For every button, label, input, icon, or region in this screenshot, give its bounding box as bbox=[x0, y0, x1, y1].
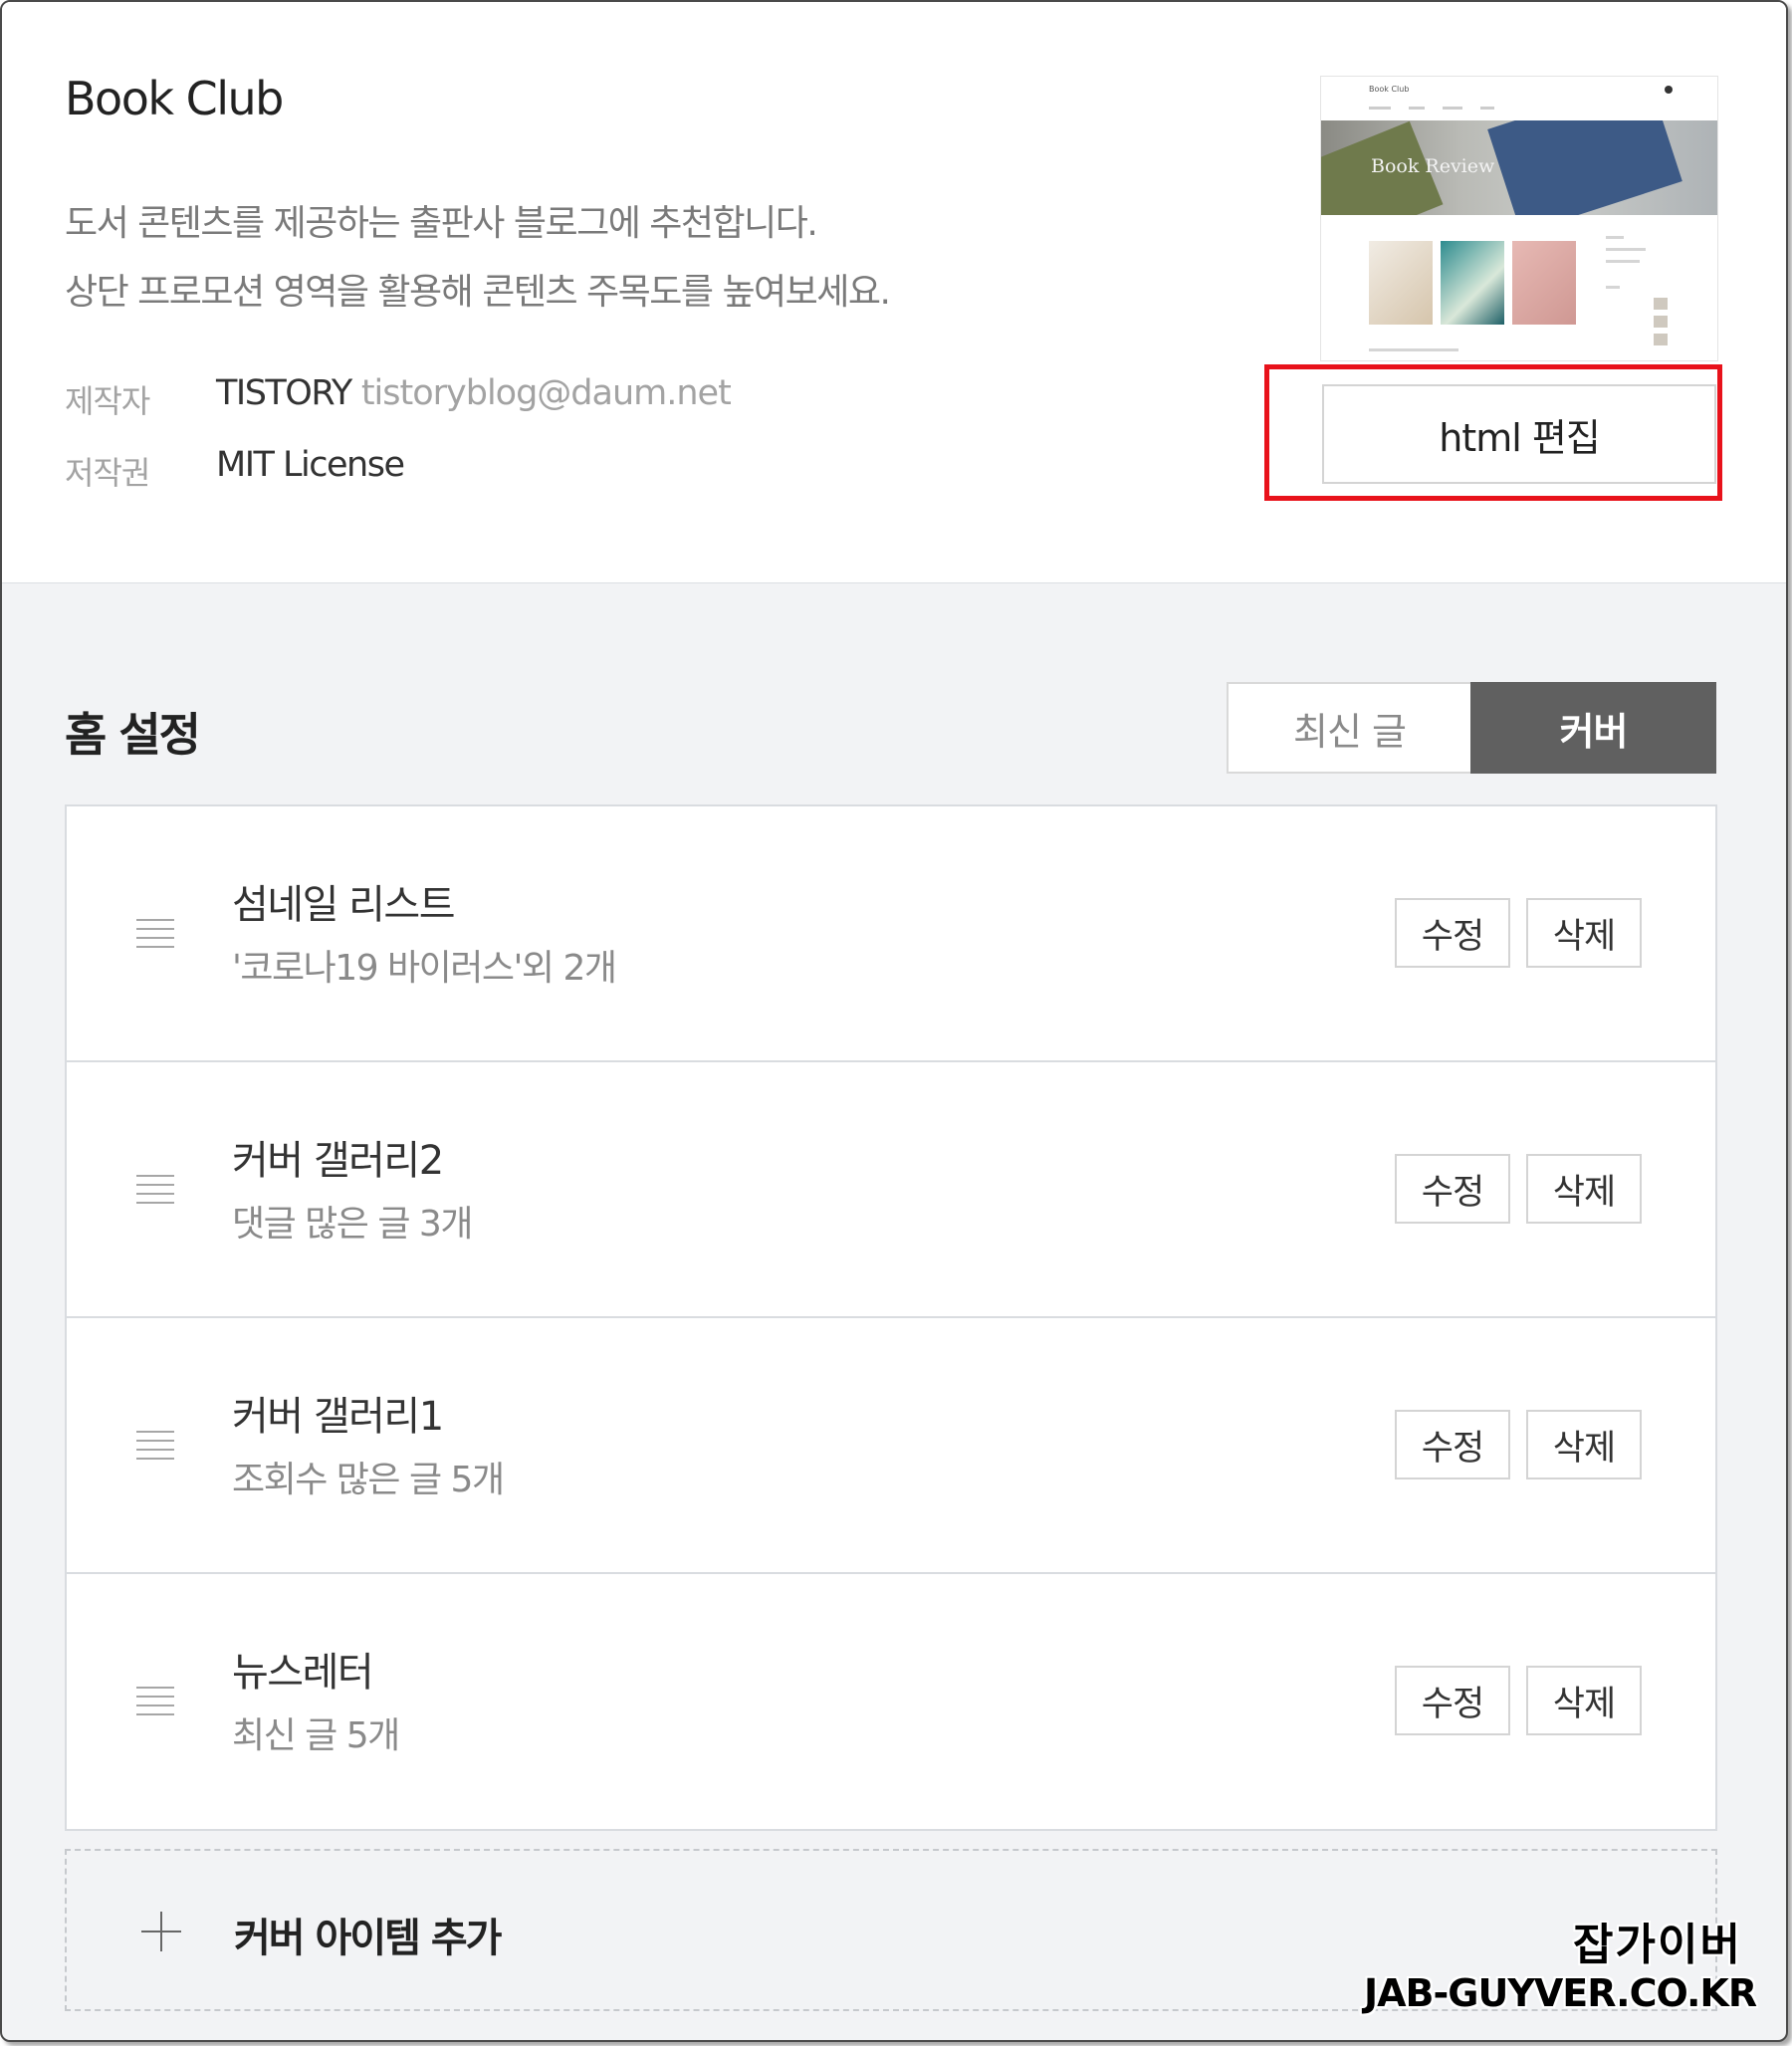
list-item: 섬네일 리스트 '코로나19 바이러스'외 2개 수정 삭제 bbox=[67, 806, 1715, 1062]
drag-handle-icon[interactable] bbox=[136, 1431, 174, 1461]
watermark-korean: 잡가이버 bbox=[1573, 1920, 1742, 1970]
preview-nav-item bbox=[1480, 107, 1494, 110]
delete-button[interactable]: 삭제 bbox=[1526, 1154, 1642, 1224]
maker-value: TISTORY tistoryblog@daum.net bbox=[216, 373, 732, 413]
cover-item-subtitle: 조회수 많은 글 5개 bbox=[232, 1460, 505, 1500]
theme-name: Book Club bbox=[65, 72, 284, 125]
edit-button[interactable]: 수정 bbox=[1395, 898, 1510, 968]
preview-sidebar-thumb bbox=[1654, 298, 1668, 310]
theme-preview-thumbnail: Book Club Book Review bbox=[1320, 76, 1718, 361]
cover-item-subtitle: '코로나19 바이러스'외 2개 bbox=[232, 948, 617, 989]
drag-handle-icon[interactable] bbox=[136, 919, 174, 949]
maker-email: tistoryblog@daum.net bbox=[360, 373, 732, 413]
list-item: 커버 갤러리2 댓글 많은 글 3개 수정 삭제 bbox=[67, 1062, 1715, 1318]
cover-item-title: 커버 갤러리2 bbox=[232, 1138, 444, 1184]
maker-name: TISTORY bbox=[216, 373, 352, 413]
delete-button[interactable]: 삭제 bbox=[1526, 1666, 1642, 1735]
preview-menu-dot bbox=[1665, 86, 1673, 94]
preview-sidebar-line bbox=[1606, 260, 1640, 263]
home-settings-title: 홈 설정 bbox=[65, 708, 201, 762]
list-item: 뉴스레터 최신 글 5개 수정 삭제 bbox=[67, 1574, 1715, 1829]
preview-card bbox=[1369, 241, 1433, 325]
cover-item-subtitle: 최신 글 5개 bbox=[232, 1715, 400, 1756]
theme-description-line1: 도서 콘텐츠를 제공하는 출판사 블로그에 추천합니다. bbox=[65, 203, 818, 244]
preview-nav-item bbox=[1443, 107, 1462, 110]
add-cover-item-label: 커버 아이템 추가 bbox=[234, 1916, 502, 1961]
list-item: 커버 갤러리1 조회수 많은 글 5개 수정 삭제 bbox=[67, 1318, 1715, 1574]
edit-button[interactable]: 수정 bbox=[1395, 1666, 1510, 1735]
preview-nav-item bbox=[1409, 107, 1425, 110]
preview-sidebar-line bbox=[1606, 236, 1624, 239]
preview-sidebar-line bbox=[1606, 286, 1620, 289]
preview-footer-line bbox=[1369, 348, 1458, 351]
preview-sidebar-thumb bbox=[1654, 334, 1668, 345]
preview-card bbox=[1512, 241, 1576, 325]
license-label: 저작권 bbox=[65, 454, 150, 492]
preview-card bbox=[1441, 241, 1504, 325]
preview-banner: Book Review bbox=[1321, 120, 1717, 215]
cover-item-list: 섬네일 리스트 '코로나19 바이러스'외 2개 수정 삭제 커버 갤러리2 댓… bbox=[65, 804, 1717, 1831]
preview-logo: Book Club bbox=[1369, 85, 1410, 94]
delete-button[interactable]: 삭제 bbox=[1526, 898, 1642, 968]
preview-nav-item bbox=[1369, 107, 1391, 110]
cover-item-subtitle: 댓글 많은 글 3개 bbox=[232, 1204, 473, 1245]
tab-cover[interactable]: 커버 bbox=[1470, 682, 1716, 774]
theme-info-panel: Book Club 도서 콘텐츠를 제공하는 출판사 블로그에 추천합니다. 상… bbox=[2, 2, 1786, 583]
theme-settings-window: Book Club 도서 콘텐츠를 제공하는 출판사 블로그에 추천합니다. 상… bbox=[0, 0, 1788, 2042]
edit-button[interactable]: 수정 bbox=[1395, 1410, 1510, 1479]
license-value: MIT License bbox=[216, 445, 405, 485]
tab-recent-posts[interactable]: 최신 글 bbox=[1227, 682, 1470, 774]
preview-book-image bbox=[1487, 120, 1682, 215]
preview-sidebar-line bbox=[1606, 248, 1646, 251]
home-settings-tabs: 최신 글 커버 bbox=[1227, 682, 1716, 774]
drag-handle-icon[interactable] bbox=[136, 1687, 174, 1716]
plus-icon bbox=[141, 1912, 181, 1951]
delete-button[interactable]: 삭제 bbox=[1526, 1410, 1642, 1479]
edit-button[interactable]: 수정 bbox=[1395, 1154, 1510, 1224]
cover-item-title: 섬네일 리스트 bbox=[232, 882, 456, 928]
html-edit-button[interactable]: html 편집 bbox=[1322, 384, 1716, 484]
cover-item-title: 뉴스레터 bbox=[232, 1650, 374, 1696]
cover-item-title: 커버 갤러리1 bbox=[232, 1394, 444, 1440]
watermark-domain: JAB-GUYVER.CO.KR bbox=[1364, 1971, 1757, 2015]
theme-description-line2: 상단 프로모션 영역을 활용해 콘텐츠 주목도를 높여보세요. bbox=[65, 272, 891, 313]
maker-label: 제작자 bbox=[65, 382, 150, 420]
preview-sidebar-thumb bbox=[1654, 316, 1668, 328]
drag-handle-icon[interactable] bbox=[136, 1175, 174, 1205]
preview-banner-text: Book Review bbox=[1371, 155, 1495, 177]
